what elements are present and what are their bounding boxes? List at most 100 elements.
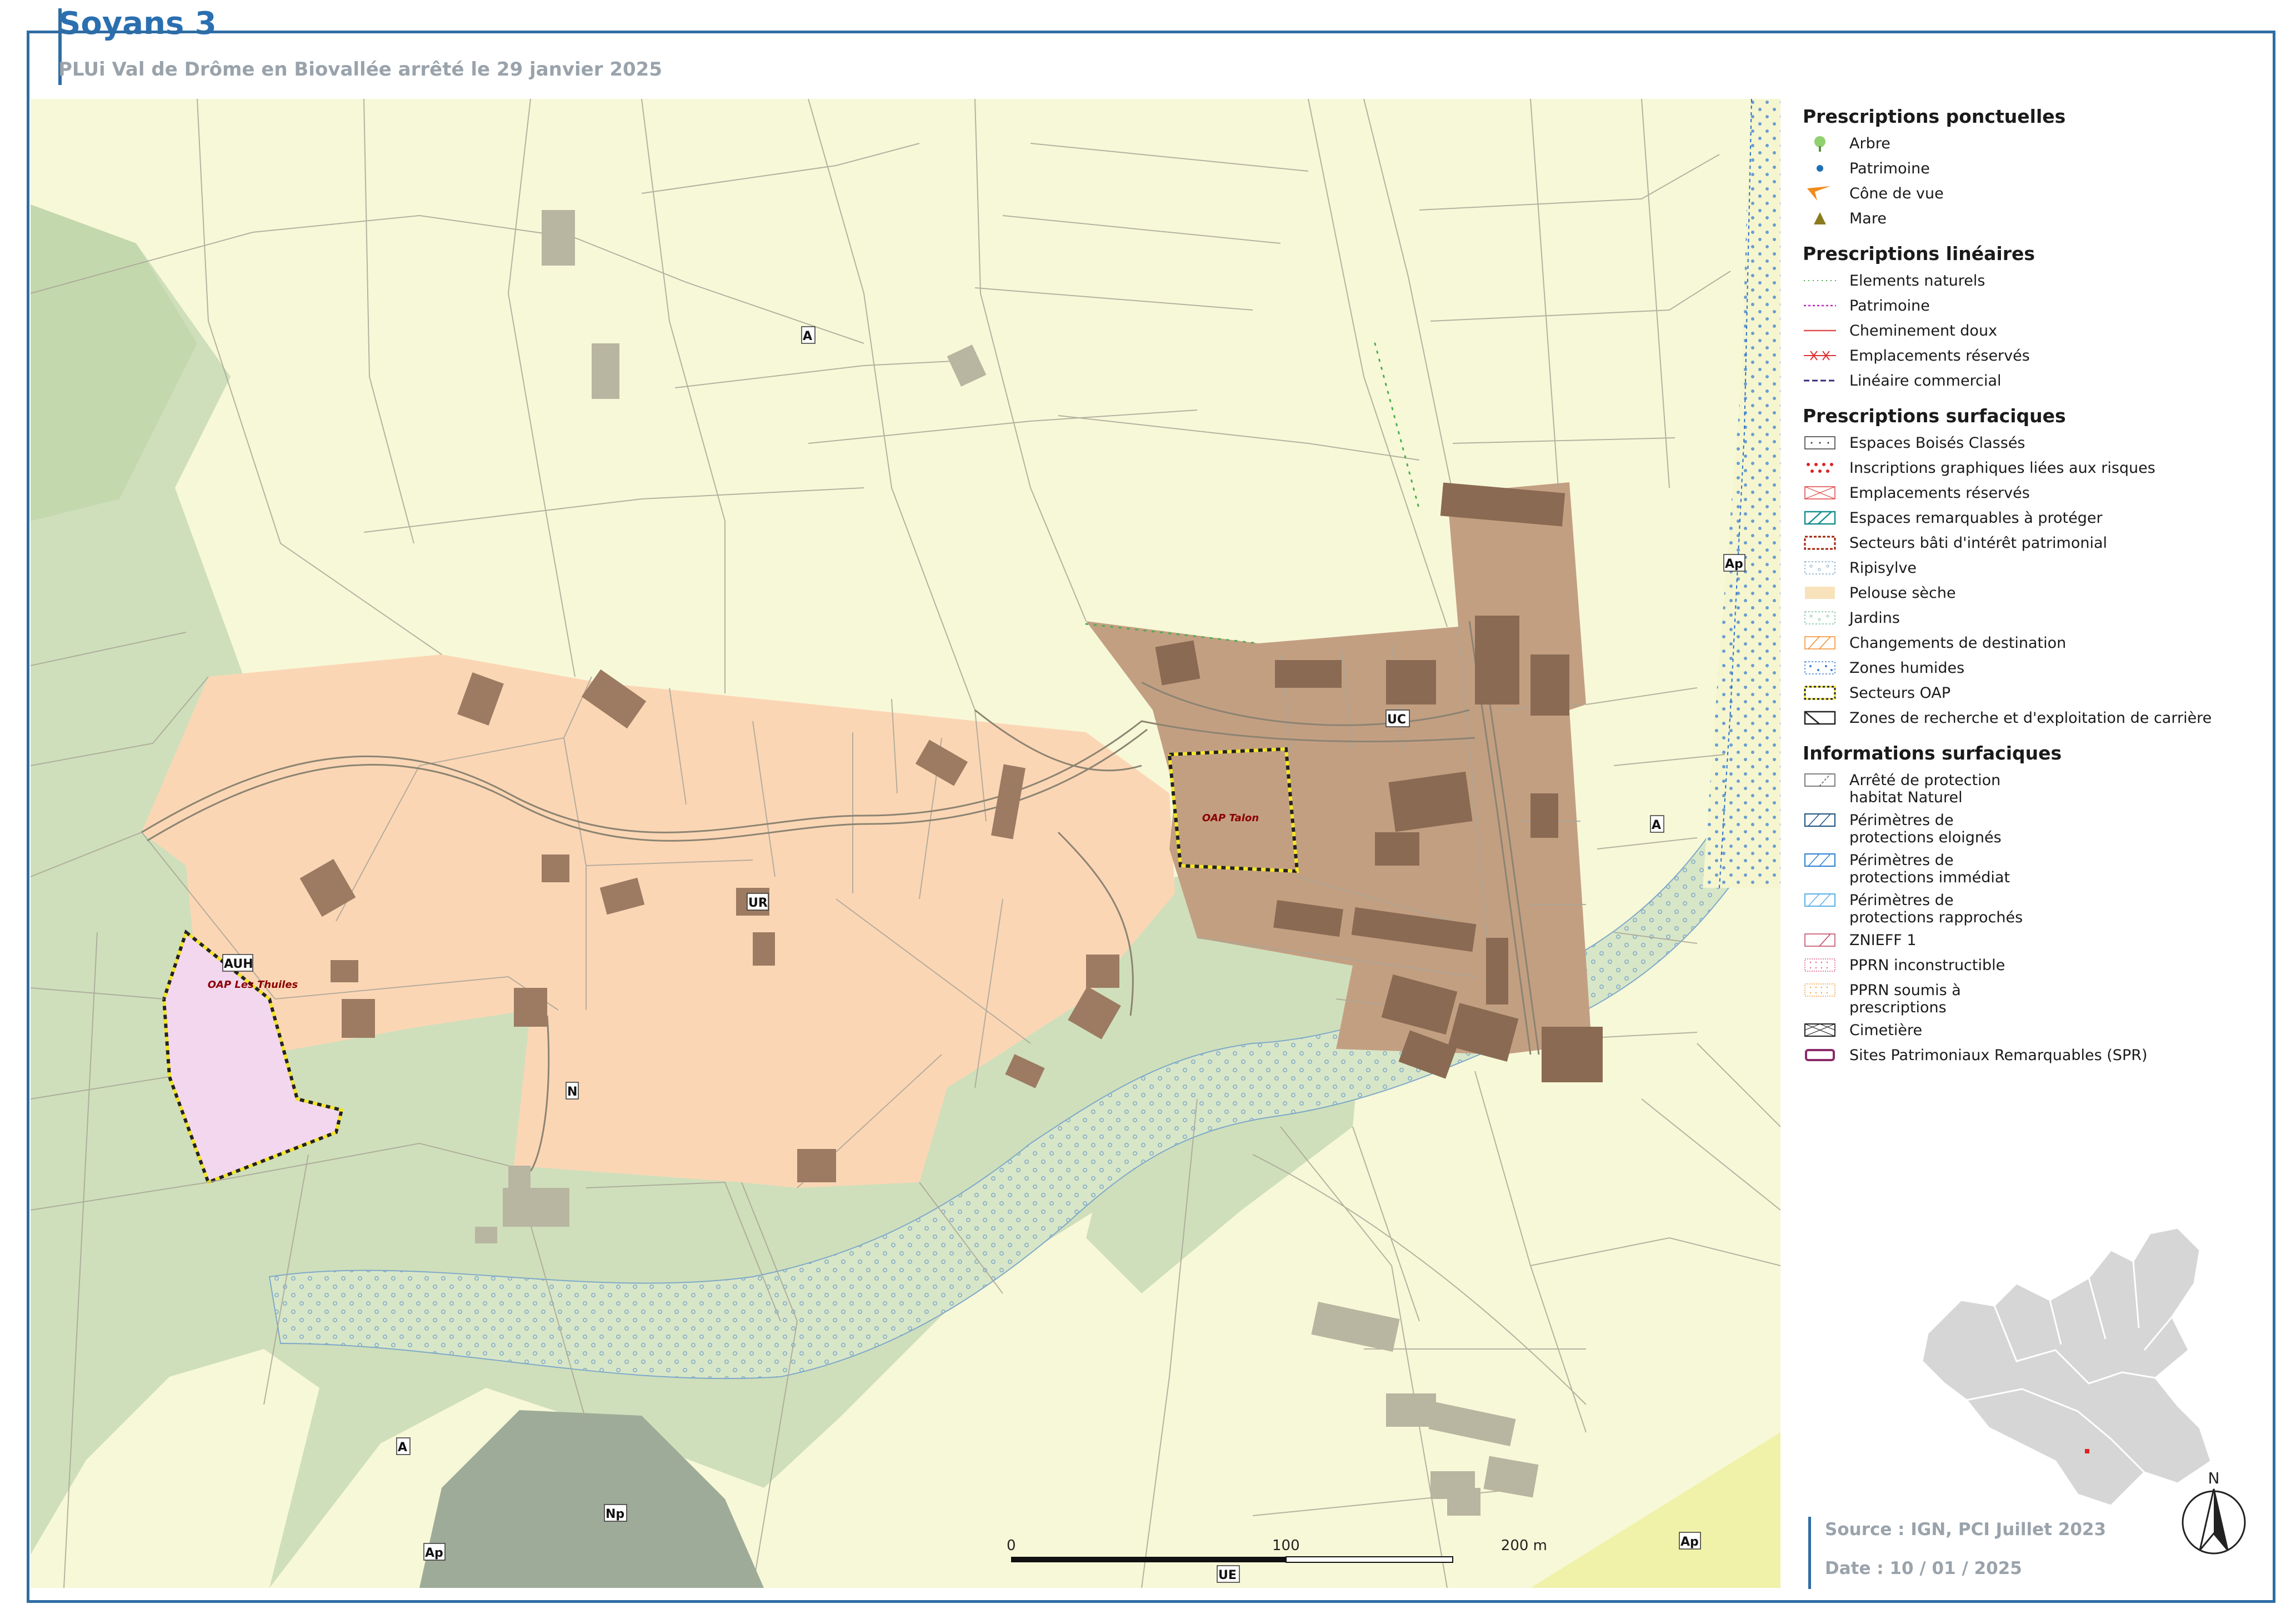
dot-icon — [1803, 160, 1837, 177]
date-text: Date : 10 / 01 / 2025 — [1825, 1558, 2022, 1578]
habitat-swatch — [1803, 772, 1837, 788]
legend-item: Ripisylve — [1803, 559, 2269, 584]
legend-surfaciques: Prescriptions surfaciques Espaces Boisés… — [1803, 405, 2269, 734]
legend-item: Cimetière — [1803, 1022, 2269, 1047]
legend-item: Jardins — [1803, 609, 2269, 634]
zone-label-ap2: Ap — [425, 1546, 443, 1560]
pprn-orange-swatch — [1803, 982, 1837, 998]
legend-item: Pelouse sèche — [1803, 584, 2269, 609]
legend-item: Secteurs OAP — [1803, 684, 2269, 709]
legend-item: Emplacements réservés — [1803, 484, 2269, 509]
garden-swatch — [1803, 609, 1837, 626]
legend-item: Patrimoine — [1803, 160, 2269, 185]
north-arrow: N — [2178, 1467, 2250, 1561]
near-protection-swatch — [1803, 892, 1837, 908]
legend-label: Secteurs bâti d'intérêt patrimonial — [1849, 534, 2108, 552]
legend-item: Cheminement doux — [1803, 322, 2269, 347]
legend-label: Cimetière — [1849, 1022, 1923, 1039]
legend-item: Périmètres de protections eloignés — [1803, 812, 2269, 852]
legend-heading: Informations surfaciques — [1803, 742, 2062, 764]
legend-item: Linéaire commercial — [1803, 372, 2269, 397]
legend-item: Sites Patrimoniaux Remarquables (SPR) — [1803, 1047, 2269, 1072]
legend-label: PPRN inconstructible — [1849, 957, 2005, 974]
legend-label: PPRN soumis à prescriptions — [1849, 982, 1961, 1016]
risk-swatch — [1803, 459, 1837, 476]
legend-label: Pelouse sèche — [1849, 584, 1956, 602]
legend-label: Emplacements réservés — [1849, 347, 2030, 364]
legend-item: Cône de vue — [1803, 185, 2269, 210]
legend-item: Mare — [1803, 210, 2269, 235]
legend-label: Patrimoine — [1849, 160, 1930, 177]
scale-bar: 0 100 200 m — [1000, 1533, 1555, 1583]
oap-thuiles-label: OAP Les Thuiles — [208, 979, 298, 991]
legend-item: Zones humides — [1803, 659, 2269, 684]
triangle-icon — [1803, 210, 1837, 227]
legend-label: Inscriptions graphiques liées aux risque… — [1849, 459, 2155, 477]
legend-informations: Informations surfaciques Arrêté de prote… — [1803, 742, 2269, 1072]
legend-label: Espaces remarquables à protéger — [1849, 509, 2103, 527]
footer-accent-bar — [1808, 1517, 1811, 1589]
legend-ponctuelles: Prescriptions ponctuelles Arbre Patrimoi… — [1803, 106, 2269, 235]
zone-label-ap1: Ap — [1725, 557, 1743, 571]
legend-label: Cheminement doux — [1849, 322, 1998, 339]
zone-label-auh: AUH — [224, 957, 253, 971]
zone-label-a1: A — [803, 329, 812, 343]
legend-heading: Prescriptions surfaciques — [1803, 405, 2066, 427]
legend-label: Mare — [1849, 210, 1887, 227]
view-cone-icon — [1803, 185, 1837, 202]
source-text: Source : IGN, PCI Juillet 2023 — [1825, 1520, 2107, 1540]
ebc-swatch — [1803, 434, 1837, 451]
commercial-line-icon — [1803, 372, 1837, 389]
legend-panel: Prescriptions ponctuelles Arbre Patrimoi… — [1803, 106, 2269, 1080]
north-arrow-label: N — [2208, 1469, 2220, 1487]
reserved-line-icon — [1803, 347, 1837, 364]
legend-item: Inscriptions graphiques liées aux risque… — [1803, 459, 2269, 484]
zone-label-ur: UR — [748, 896, 768, 910]
heritage-line-icon — [1803, 297, 1837, 314]
scale-label-mid: 100 — [1272, 1537, 1300, 1554]
legend-label: Zones de recherche et d'exploitation de … — [1849, 709, 2212, 727]
natural-line-icon — [1803, 272, 1837, 289]
legend-label: Linéaire commercial — [1849, 372, 2002, 389]
immediate-protection-swatch — [1803, 852, 1837, 868]
legend-item: Elements naturels — [1803, 272, 2269, 297]
legend-label: Périmètres de protections rapprochés — [1849, 892, 2023, 926]
legend-label: Espaces Boisés Classés — [1849, 434, 2025, 452]
legend-label: Cône de vue — [1849, 185, 1944, 202]
zone-label-n: N — [567, 1085, 577, 1099]
location-marker — [2085, 1449, 2089, 1453]
scale-label-zero: 0 — [1007, 1537, 1016, 1554]
oap-swatch — [1803, 684, 1837, 701]
pprn-red-swatch — [1803, 957, 1837, 973]
legend-item: PPRN inconstructible — [1803, 957, 2269, 982]
remarkable-swatch — [1803, 509, 1837, 526]
legend-label: Arbre — [1849, 135, 1890, 152]
legend-item: Arbre — [1803, 135, 2269, 160]
legend-label: Arrêté de protection habitat Naturel — [1849, 772, 2001, 806]
oap-talon-label: OAP Talon — [1202, 812, 1259, 824]
legend-label: Périmètres de protections eloignés — [1849, 812, 2002, 846]
legend-label: Patrimoine — [1849, 297, 1930, 314]
legend-heading: Prescriptions linéaires — [1803, 243, 2035, 264]
zone-label-a2: A — [1652, 818, 1661, 832]
legend-item: Périmètres de protections immédiat — [1803, 852, 2269, 892]
dry-grass-swatch — [1803, 584, 1837, 601]
legend-item: Espaces remarquables à protéger — [1803, 509, 2269, 534]
legend-item: PPRN soumis à prescriptions — [1803, 982, 2269, 1022]
heritage-swatch — [1803, 534, 1837, 551]
legend-label: Zones humides — [1849, 659, 1965, 677]
tree-icon — [1803, 135, 1837, 152]
wetland-swatch — [1803, 659, 1837, 676]
legend-label: Secteurs OAP — [1849, 684, 1951, 702]
legend-label: ZNIEFF 1 — [1849, 932, 1917, 949]
cemetery-swatch — [1803, 1022, 1837, 1038]
legend-item: Emplacements réservés — [1803, 347, 2269, 372]
quarry-swatch — [1803, 709, 1837, 726]
map-canvas[interactable]: A UR UC A Ap N AUH A Np Ap Ap UE OAP Tal… — [31, 99, 1780, 1588]
legend-lineaires: Prescriptions linéaires Elements naturel… — [1803, 243, 2269, 397]
legend-label: Elements naturels — [1849, 272, 1985, 289]
legend-label: Jardins — [1849, 609, 1900, 627]
legend-heading: Prescriptions ponctuelles — [1803, 106, 2066, 127]
spr-swatch — [1803, 1047, 1837, 1063]
zone-label-a3: A — [398, 1441, 407, 1455]
